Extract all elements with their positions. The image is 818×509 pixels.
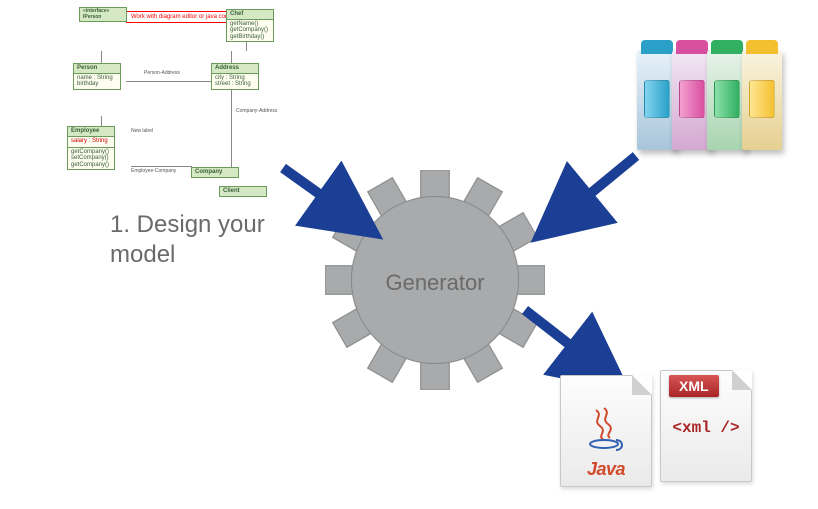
generator-label: Generator — [325, 270, 545, 296]
uml-rel-person-address: Person-Address — [144, 71, 180, 77]
step-label: 1. Design your model — [110, 210, 265, 270]
arrow-cartridges-to-generator — [528, 148, 648, 248]
xml-tag-text: <xml /> — [661, 419, 751, 437]
uml-class-employee: Employee salary : String getCompany() se… — [67, 126, 115, 170]
output-files: Java XML <xml /> — [560, 370, 770, 495]
uml-rel-new-label: New label — [131, 129, 153, 135]
uml-interface-iperson: «interface»IPerson — [79, 7, 127, 22]
java-cup-icon — [586, 406, 626, 452]
uml-note: Work with diagram editor or java code — [126, 11, 237, 23]
java-label: Java — [569, 459, 643, 480]
xml-badge: XML — [669, 375, 719, 397]
uml-class-address: Address city : String street : String — [211, 63, 259, 90]
cartridges-icon — [637, 40, 792, 160]
uml-class-chef: Chef getName() getCompany() getBirthday(… — [226, 9, 274, 42]
uml-class-person: Person name : String birthday — [73, 63, 121, 90]
uml-model-editor: Work with diagram editor or java code «i… — [30, 0, 302, 197]
uml-rel-company-address: Company-Address — [236, 109, 277, 115]
java-file-icon: Java — [560, 375, 652, 487]
uml-class-client: Client — [219, 186, 267, 197]
uml-rel-employee-company: Employee-Company — [131, 169, 176, 175]
arrow-model-to-generator — [275, 160, 385, 245]
xml-file-icon: XML <xml /> — [660, 370, 752, 482]
uml-class-company: Company — [191, 167, 239, 178]
